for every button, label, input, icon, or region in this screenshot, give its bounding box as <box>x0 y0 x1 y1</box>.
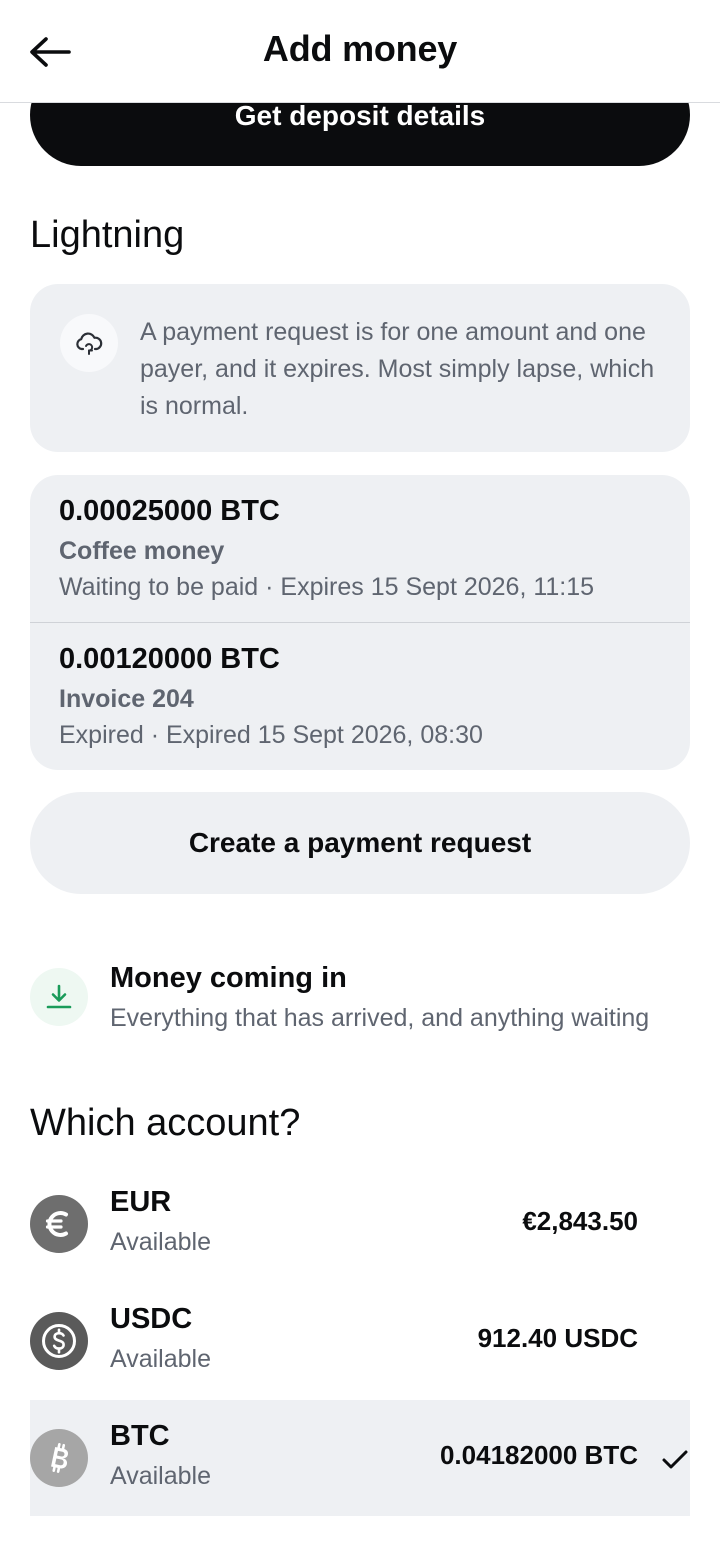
usdc-icon <box>30 1312 88 1370</box>
lightning-section-title: Lightning <box>30 214 185 256</box>
add-money-screen: Get deposit details Add money Lightning … <box>0 0 720 1561</box>
request-status: Expired · Expired 15 Sept 2026, 08:30 <box>59 721 483 749</box>
which-account-title: Which account? <box>30 1102 301 1144</box>
payment-requests-list: 0.00025000 BTC Coffee money Waiting to b… <box>30 475 690 770</box>
money-coming-in-row[interactable]: Money coming in Everything that has arri… <box>30 962 690 1038</box>
request-label: Coffee money <box>59 537 225 565</box>
lightning-info-text: A payment request is for one amount and … <box>140 318 655 420</box>
money-coming-in-title: Money coming in <box>110 962 347 994</box>
account-row-usdc[interactable]: USDC Available 912.40 USDC <box>30 1283 690 1399</box>
incoming-icon-container <box>30 968 88 1026</box>
euro-icon <box>30 1195 88 1253</box>
account-balance: 0.04182000 BTC <box>439 1440 638 1470</box>
back-button[interactable] <box>22 24 78 80</box>
top-app-bar: Add money <box>0 0 720 103</box>
account-name: BTC <box>110 1420 170 1452</box>
create-payment-request-button[interactable]: Create a payment request <box>30 792 690 894</box>
get-deposit-details-label: Get deposit details <box>234 100 486 131</box>
account-row-btc[interactable]: BTC Available 0.04182000 BTC <box>30 1400 690 1516</box>
request-amount: 0.00025000 BTC <box>59 495 280 527</box>
download-icon <box>46 984 72 1009</box>
cloud-refresh-icon <box>76 332 103 355</box>
account-name: EUR <box>110 1186 172 1218</box>
checkmark-icon <box>662 1450 688 1469</box>
info-icon-container <box>60 314 118 372</box>
bitcoin-icon <box>30 1429 88 1487</box>
payment-request-row[interactable]: 0.00120000 BTC Invoice 204 Expired · Exp… <box>30 622 690 769</box>
account-balance: €2,843.50 <box>522 1206 638 1236</box>
request-status: Waiting to be paid · Expires 15 Sept 202… <box>59 573 595 601</box>
page-title: Add money <box>262 28 458 69</box>
account-availability: Available <box>110 1462 212 1490</box>
account-availability: Available <box>110 1345 212 1373</box>
payment-request-row[interactable]: 0.00025000 BTC Coffee money Waiting to b… <box>30 475 690 622</box>
request-label: Invoice 204 <box>59 685 194 713</box>
create-payment-request-label: Create a payment request <box>188 827 532 858</box>
account-row-eur[interactable]: EUR Available €2,843.50 <box>30 1166 690 1282</box>
account-name: USDC <box>110 1303 193 1335</box>
request-amount: 0.00120000 BTC <box>59 643 280 675</box>
account-availability: Available <box>110 1228 212 1256</box>
money-coming-in-subtitle: Everything that has arrived, and anythin… <box>110 1004 650 1032</box>
account-balance: 912.40 USDC <box>477 1323 638 1353</box>
lightning-info-card: A payment request is for one amount and … <box>30 284 690 452</box>
arrow-left-icon <box>30 37 71 67</box>
